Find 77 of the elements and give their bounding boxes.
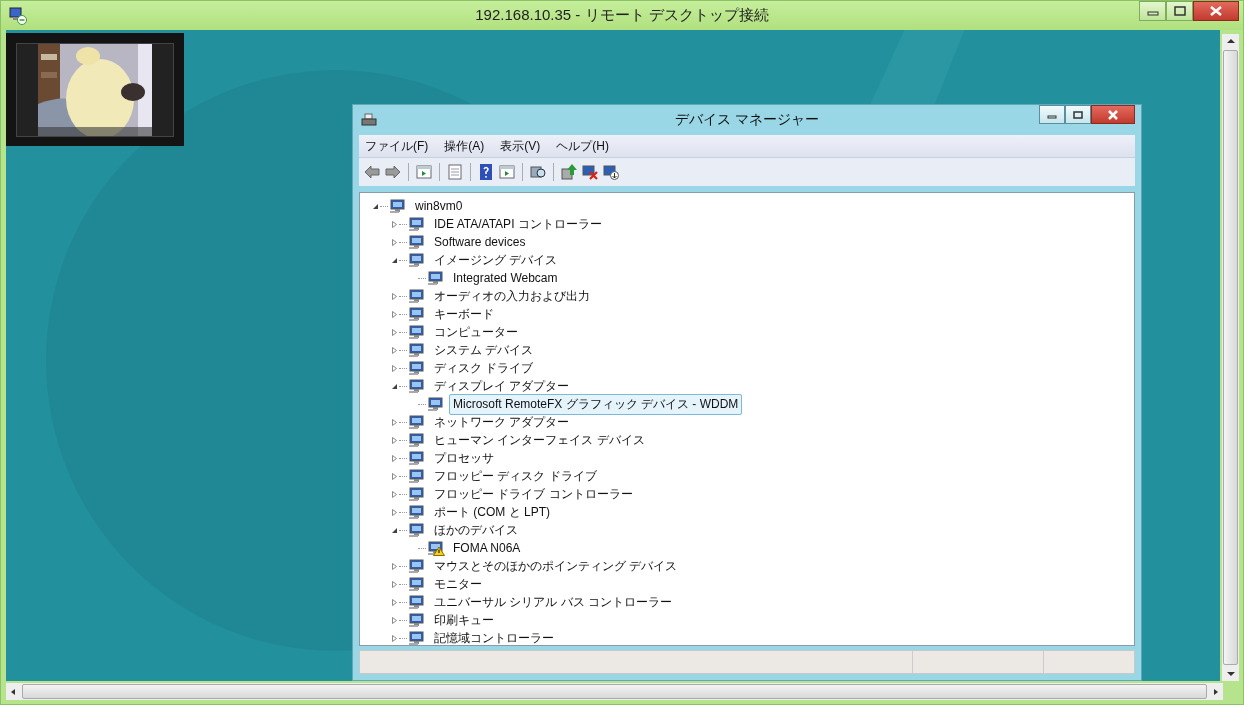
expand-arrow[interactable] — [389, 633, 399, 643]
scroll-thumb[interactable] — [1223, 50, 1238, 665]
expand-arrow[interactable] — [389, 435, 399, 445]
expand-arrow[interactable] — [389, 597, 399, 607]
expand-arrow[interactable] — [389, 489, 399, 499]
tree-item[interactable]: Microsoft RemoteFX グラフィック デバイス - WDDM — [449, 393, 743, 415]
expand-arrow[interactable] — [389, 219, 399, 229]
expand-arrow[interactable] — [389, 363, 399, 373]
properties-icon[interactable] — [446, 163, 464, 181]
device-icon — [408, 342, 426, 358]
device-icon — [408, 576, 426, 592]
maximize-button[interactable] — [1166, 1, 1193, 21]
device-icon — [408, 558, 426, 574]
device-icon — [408, 594, 426, 610]
expand-arrow[interactable] — [389, 237, 399, 247]
window-title: 192.168.10.35 - リモート デスクトップ接続 — [475, 6, 769, 25]
expand-arrow[interactable] — [389, 345, 399, 355]
remove-device-icon[interactable] — [581, 163, 599, 181]
menu-item[interactable]: 表示(V) — [500, 137, 541, 155]
tree-item[interactable]: FOMA N06A — [449, 539, 525, 557]
device-icon — [408, 252, 426, 268]
device-icon — [408, 378, 426, 394]
maximize-icon — [1173, 6, 1186, 16]
device-icon — [408, 522, 426, 538]
device-icon — [408, 432, 426, 448]
maximize-button[interactable] — [1065, 105, 1091, 124]
device-icon — [408, 234, 426, 250]
device-icon — [408, 612, 426, 628]
expand-arrow[interactable] — [389, 309, 399, 319]
expand-arrow[interactable] — [389, 417, 399, 427]
tree-item[interactable]: win8vm0 — [411, 197, 467, 215]
expand-arrow[interactable] — [389, 291, 399, 301]
device-icon — [408, 324, 426, 340]
panel-icon[interactable] — [498, 163, 516, 181]
menu-item[interactable]: ヘルプ(H) — [556, 137, 609, 155]
menu-item[interactable]: ファイル(F) — [365, 137, 429, 155]
window-title: デバイス マネージャー — [675, 111, 819, 129]
tree-item[interactable]: IDE ATA/ATAPI コントローラー — [430, 213, 606, 235]
device-icon — [408, 630, 426, 645]
device-icon — [408, 414, 426, 430]
device-icon — [408, 216, 426, 232]
printer-icon — [361, 113, 377, 127]
tree-item[interactable]: イメージング デバイス — [430, 249, 562, 271]
expand-arrow[interactable] — [389, 579, 399, 589]
expand-arrow[interactable] — [389, 327, 399, 337]
maximize-icon — [1072, 109, 1084, 120]
remote-desktop-icon — [9, 6, 27, 25]
expand-arrow[interactable] — [389, 453, 399, 463]
device-icon — [408, 306, 426, 322]
tree-item[interactable]: Integrated Webcam — [449, 269, 562, 287]
close-icon — [1210, 6, 1222, 16]
device-icon — [389, 198, 407, 214]
expand-arrow[interactable] — [389, 471, 399, 481]
minimize-button[interactable] — [1039, 105, 1065, 124]
panel-icon[interactable] — [415, 163, 433, 181]
tree-item[interactable]: Software devices — [430, 233, 530, 251]
menu-item[interactable]: 操作(A) — [444, 137, 485, 155]
close-icon — [1107, 109, 1119, 120]
vertical-scrollbar[interactable] — [1222, 34, 1239, 681]
close-button[interactable] — [1091, 105, 1135, 124]
forward-icon[interactable] — [384, 163, 402, 181]
device-icon — [408, 288, 426, 304]
help-icon[interactable] — [477, 163, 495, 181]
device-icon — [408, 360, 426, 376]
install-icon[interactable] — [602, 163, 620, 181]
minimize-button[interactable] — [1139, 1, 1166, 21]
update-icon[interactable] — [560, 163, 578, 181]
expand-arrow[interactable] — [389, 615, 399, 625]
device-icon — [408, 486, 426, 502]
expand-arrow[interactable] — [389, 561, 399, 571]
device-icon — [408, 468, 426, 484]
expand-arrow[interactable] — [389, 507, 399, 517]
back-icon[interactable] — [363, 163, 381, 181]
device-icon — [408, 504, 426, 520]
close-button[interactable] — [1193, 1, 1239, 21]
scan-icon[interactable] — [529, 163, 547, 181]
device-icon — [408, 450, 426, 466]
